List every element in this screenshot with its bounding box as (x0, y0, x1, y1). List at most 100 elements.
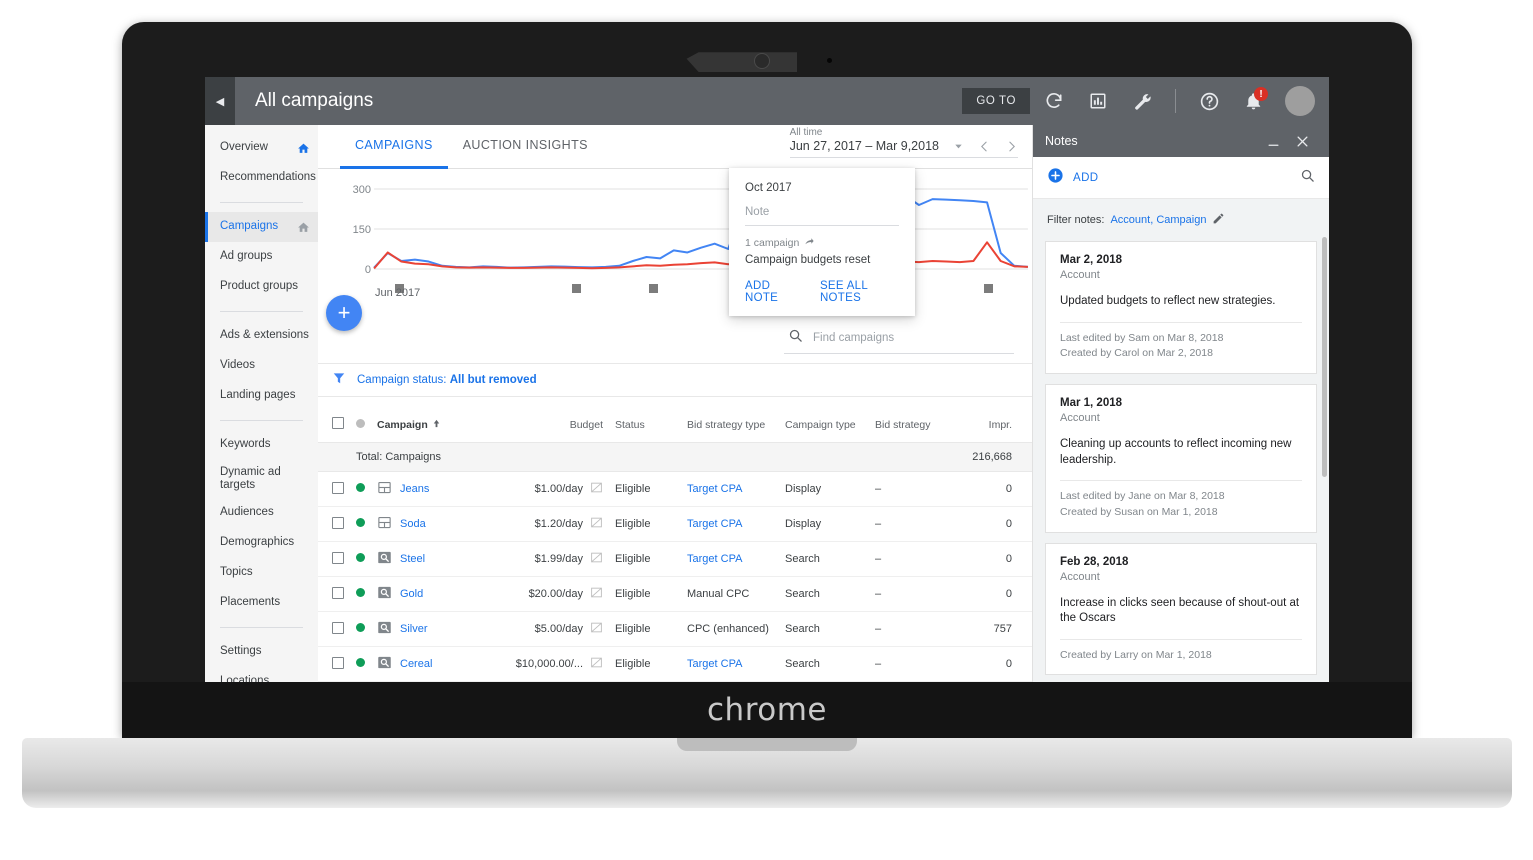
sidebar-item-settings[interactable]: Settings (205, 637, 318, 667)
reports-bar-chart-icon[interactable] (1081, 84, 1115, 118)
campaign-name-link[interactable]: Soda (400, 518, 426, 530)
help-question-icon[interactable] (1192, 84, 1226, 118)
select-all-checkbox-header[interactable] (318, 407, 350, 443)
search-icon[interactable] (1300, 168, 1315, 188)
avatar[interactable] (1285, 86, 1315, 116)
tab-auction-insights[interactable]: AUCTION INSIGHTS (448, 125, 603, 169)
column-header-bid-strategy[interactable]: Bid strategy (869, 407, 965, 443)
sidebar-item-keywords[interactable]: Keywords (205, 430, 318, 460)
row-checkbox-cell[interactable] (318, 507, 350, 542)
share-arrow-icon[interactable] (804, 236, 815, 250)
add-note-button[interactable]: ADD (1047, 167, 1098, 189)
add-campaign-fab[interactable]: + (326, 295, 362, 331)
select-all-checkbox[interactable] (332, 417, 344, 429)
notes-filter-value[interactable]: Account, Campaign (1110, 214, 1206, 226)
campaign-name-link[interactable]: Gold (400, 588, 423, 600)
row-checkbox-cell[interactable] (318, 577, 350, 612)
budget-cell[interactable]: $10,000.00/... (499, 647, 609, 682)
table-row[interactable]: Steel$1.99/dayEligibleTarget CPASearch–0 (318, 542, 1032, 577)
chart-note-marker[interactable] (649, 284, 658, 293)
budget-chart-icon[interactable] (590, 621, 603, 637)
row-checkbox-cell[interactable] (318, 612, 350, 647)
sidebar-item-dynamic-ad-targets[interactable]: Dynamic ad targets (205, 460, 318, 498)
budget-chart-icon[interactable] (590, 656, 603, 672)
notifications-bell-icon[interactable]: ! (1236, 84, 1270, 118)
bid-strategy-type-link[interactable]: Target CPA (687, 658, 742, 670)
tools-wrench-icon[interactable] (1125, 84, 1159, 118)
bid-strategy-type-link[interactable]: Target CPA (687, 553, 742, 565)
row-checkbox[interactable] (332, 622, 344, 634)
sidebar-item-overview[interactable]: Overview (205, 133, 318, 163)
column-header-campaign[interactable]: Campaign (371, 407, 499, 443)
budget-cell[interactable]: $1.99/day (499, 542, 609, 577)
home-icon[interactable] (297, 142, 310, 155)
chevron-down-icon[interactable] (953, 141, 964, 152)
column-header-impressions[interactable]: Impr. (965, 407, 1032, 443)
campaign-status-filter[interactable]: Campaign status: All but removed (357, 374, 537, 386)
close-icon[interactable] (1288, 134, 1317, 149)
table-row[interactable]: Silver$5.00/dayEligibleCPC (enhanced)Sea… (318, 612, 1032, 647)
note-card[interactable]: Feb 28, 2018AccountIncrease in clicks se… (1045, 543, 1317, 676)
sidebar-item-placements[interactable]: Placements (205, 588, 318, 618)
bid-strategy-type-link[interactable]: Target CPA (687, 518, 742, 530)
budget-cell[interactable]: $1.00/day (499, 472, 609, 507)
go-to-button[interactable]: GO TO (962, 88, 1030, 114)
budget-cell[interactable]: $1.20/day (499, 507, 609, 542)
campaign-name-link[interactable]: Steel (400, 553, 425, 565)
budget-chart-icon[interactable] (590, 551, 603, 567)
chart-note-marker[interactable] (984, 284, 993, 293)
sidebar-item-ads-extensions[interactable]: Ads & extensions (205, 321, 318, 351)
sidebar-item-ad-groups[interactable]: Ad groups (205, 242, 318, 272)
table-row[interactable]: Soda$1.20/dayEligibleTarget CPADisplay–0 (318, 507, 1032, 542)
see-all-notes-button[interactable]: SEE ALL NOTES (820, 280, 899, 304)
sidebar-item-recommendations[interactable]: Recommendations (205, 163, 318, 193)
budget-chart-icon[interactable] (590, 586, 603, 602)
home-icon[interactable] (297, 221, 310, 234)
note-popup-input[interactable]: Note (745, 206, 899, 226)
row-checkbox[interactable] (332, 587, 344, 599)
budget-chart-icon[interactable] (590, 516, 603, 532)
sidebar-item-product-groups[interactable]: Product groups (205, 272, 318, 302)
sidebar-item-demographics[interactable]: Demographics (205, 528, 318, 558)
column-header-budget[interactable]: Budget (499, 407, 609, 443)
campaign-name-link[interactable]: Cereal (400, 658, 432, 670)
column-header-status[interactable]: Status (609, 407, 681, 443)
add-note-button[interactable]: ADD NOTE (745, 280, 798, 304)
row-checkbox-cell[interactable] (318, 647, 350, 682)
row-checkbox[interactable] (332, 482, 344, 494)
bid-strategy-type-link[interactable]: Target CPA (687, 483, 742, 495)
column-header-bid-strategy-type[interactable]: Bid strategy type (681, 407, 779, 443)
notes-scrollbar[interactable] (1322, 237, 1327, 477)
previous-period-icon[interactable] (978, 140, 991, 153)
sidebar-item-audiences[interactable]: Audiences (205, 498, 318, 528)
note-card[interactable]: Mar 2, 2018AccountUpdated budgets to ref… (1045, 241, 1317, 374)
row-checkbox-cell[interactable] (318, 472, 350, 507)
sidebar-item-topics[interactable]: Topics (205, 558, 318, 588)
row-checkbox-cell[interactable] (318, 542, 350, 577)
search-campaigns-box[interactable]: Find campaigns (784, 328, 1014, 354)
column-header-campaign-type[interactable]: Campaign type (779, 407, 869, 443)
tab-campaigns[interactable]: CAMPAIGNS (340, 125, 448, 169)
pencil-edit-icon[interactable] (1212, 212, 1225, 228)
table-row[interactable]: Gold$20.00/dayEligibleManual CPCSearch–0 (318, 577, 1032, 612)
sidebar-item-campaigns[interactable]: Campaigns (205, 212, 318, 242)
row-checkbox[interactable] (332, 552, 344, 564)
date-range-picker[interactable]: All time Jun 27, 2017 – Mar 9,2018 (790, 127, 1018, 162)
table-row[interactable]: Cereal$10,000.00/...EligibleTarget CPASe… (318, 647, 1032, 682)
campaign-name-link[interactable]: Silver (400, 623, 428, 635)
sidebar-item-landing-pages[interactable]: Landing pages (205, 381, 318, 411)
filter-funnel-icon[interactable] (332, 371, 346, 390)
next-period-icon[interactable] (1005, 140, 1018, 153)
table-row[interactable]: Jeans$1.00/dayEligibleTarget CPADisplay–… (318, 472, 1032, 507)
budget-cell[interactable]: $20.00/day (499, 577, 609, 612)
search-input[interactable]: Find campaigns (813, 332, 894, 344)
refresh-icon[interactable] (1037, 84, 1071, 118)
row-checkbox[interactable] (332, 517, 344, 529)
budget-cell[interactable]: $5.00/day (499, 612, 609, 647)
note-card[interactable]: Mar 1, 2018AccountCleaning up accounts t… (1045, 384, 1317, 533)
sidebar-item-videos[interactable]: Videos (205, 351, 318, 381)
minimize-icon[interactable] (1259, 134, 1288, 149)
row-checkbox[interactable] (332, 657, 344, 669)
notes-list[interactable]: Mar 2, 2018AccountUpdated budgets to ref… (1033, 241, 1329, 743)
campaign-name-link[interactable]: Jeans (400, 483, 429, 495)
